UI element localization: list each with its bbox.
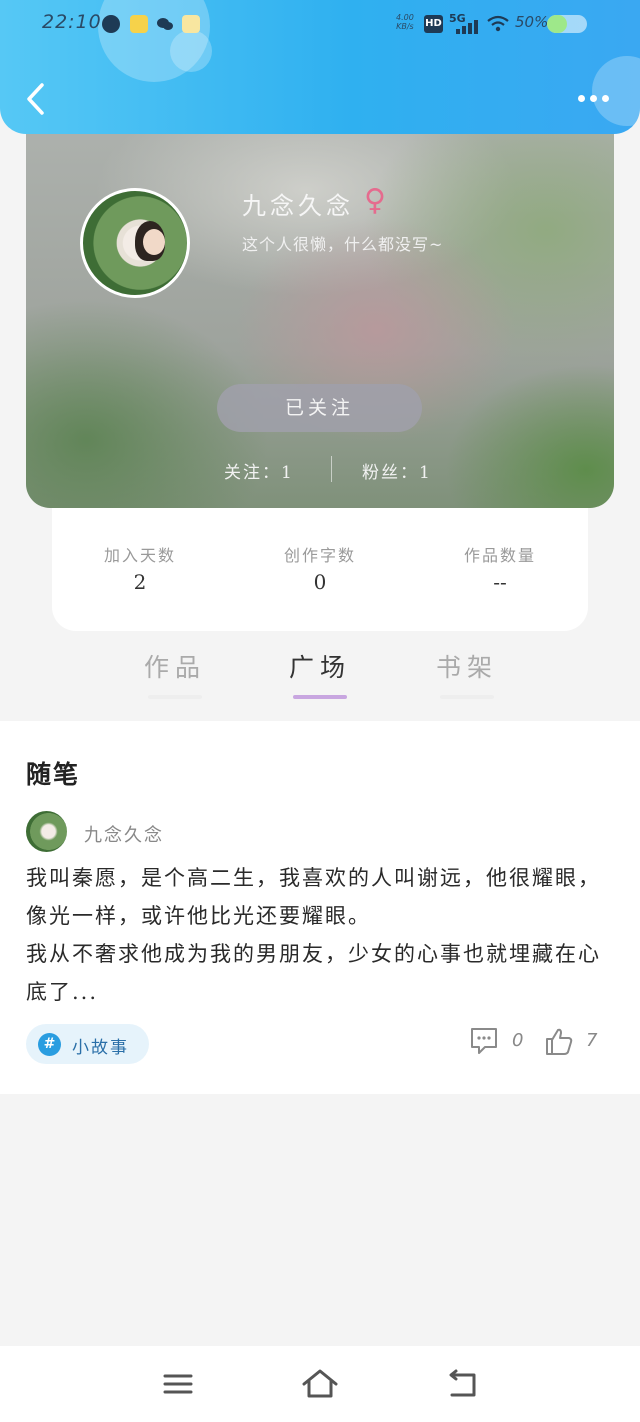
- user-bio: 这个人很懒，什么都没写~: [242, 235, 444, 254]
- comment-button[interactable]: 0: [470, 1026, 530, 1058]
- like-button[interactable]: 7: [544, 1026, 604, 1058]
- status-time: 22:10: [42, 11, 102, 33]
- more-dots-icon: [578, 95, 585, 102]
- comment-count: 0: [512, 1030, 524, 1051]
- stats-panel: 加入天数 2 创作字数 0 作品数量 --: [52, 500, 588, 631]
- stat-join-days: 加入天数 2: [70, 542, 210, 594]
- hd-badge: HD: [424, 15, 443, 33]
- section-title: 随笔: [26, 760, 81, 789]
- menu-icon: [163, 1374, 193, 1394]
- stat-value: 0: [313, 570, 327, 594]
- top-bar: 22:10 4.00 KB/s HD 5G 50%: [0, 0, 640, 134]
- battery-percent: 50%: [515, 13, 549, 31]
- tab-indicator-active: [293, 695, 347, 699]
- stat-value: --: [493, 570, 507, 594]
- app-notification-icon: [182, 15, 200, 33]
- stat-value: 2: [133, 570, 147, 594]
- profile-card: 九念久念 ♀ 这个人很懒，什么都没写~ 已关注 关注：1 粉丝：1: [26, 110, 614, 508]
- wifi-icon: [486, 15, 510, 37]
- thumbs-up-icon: [546, 1028, 573, 1055]
- home-icon: [302, 1369, 338, 1398]
- stat-label: 加入天数: [103, 546, 176, 565]
- divider: [331, 456, 332, 482]
- tab-indicator: [148, 695, 202, 699]
- post-tag[interactable]: # 小故事: [26, 1024, 149, 1064]
- chevron-left-icon: [27, 83, 44, 115]
- browser-icon: [102, 15, 120, 33]
- follow-button[interactable]: 已关注: [217, 384, 422, 432]
- wechat-icon: [156, 15, 174, 33]
- feed-section: 随笔 九念久念 我叫秦愿，是个高二生，我喜欢的人叫谢远，他很耀眼，像光一样，或许…: [0, 721, 640, 1094]
- network-speed: 4.00 KB/s: [396, 13, 414, 31]
- back-nav-button[interactable]: [442, 1366, 482, 1402]
- return-icon: [449, 1369, 476, 1397]
- fans-count[interactable]: 粉丝：1: [362, 458, 432, 483]
- status-bar: 22:10 4.00 KB/s HD 5G 50%: [0, 0, 640, 48]
- post-content-paragraph: 我叫秦愿，是个高二生，我喜欢的人叫谢远，他很耀眼，像光一样，或许他比光还要耀眼。: [26, 866, 601, 928]
- tab-indicator: [440, 695, 494, 699]
- post-author-avatar[interactable]: [26, 811, 67, 852]
- menu-button[interactable]: [158, 1366, 198, 1402]
- female-icon: ♀: [364, 183, 386, 218]
- tab-bookshelf[interactable]: 书架: [422, 648, 512, 684]
- avatar[interactable]: [80, 188, 190, 298]
- system-nav-bar: [0, 1346, 640, 1422]
- home-button[interactable]: [300, 1366, 340, 1402]
- post-author-name[interactable]: 九念久念: [84, 821, 164, 847]
- post-content[interactable]: 我叫秦愿，是个高二生，我喜欢的人叫谢远，他很耀眼，像光一样，或许他比光还要耀眼。…: [26, 859, 622, 1011]
- stat-label: 创作字数: [283, 546, 356, 565]
- app-notification-icon: [130, 15, 148, 33]
- user-name: 九念久念: [242, 192, 354, 220]
- back-button[interactable]: [24, 82, 46, 116]
- stat-label: 作品数量: [463, 546, 536, 565]
- tag-label: 小故事: [72, 1038, 129, 1058]
- stat-word-count: 创作字数 0: [250, 542, 390, 594]
- like-count: 7: [586, 1030, 598, 1051]
- signal-icon: [456, 20, 478, 34]
- battery-icon: [547, 15, 587, 33]
- more-button[interactable]: [574, 90, 614, 108]
- comment-icon: [471, 1028, 497, 1054]
- tab-square[interactable]: 广场: [275, 648, 365, 684]
- stat-works-count: 作品数量 --: [430, 542, 570, 594]
- following-count[interactable]: 关注：1: [224, 458, 294, 483]
- tab-works[interactable]: 作品: [130, 648, 220, 684]
- hashtag-icon: #: [38, 1033, 61, 1056]
- post-content-paragraph: 我从不奢求他成为我的男朋友，少女的心事也就埋藏在心底了...: [26, 942, 601, 1004]
